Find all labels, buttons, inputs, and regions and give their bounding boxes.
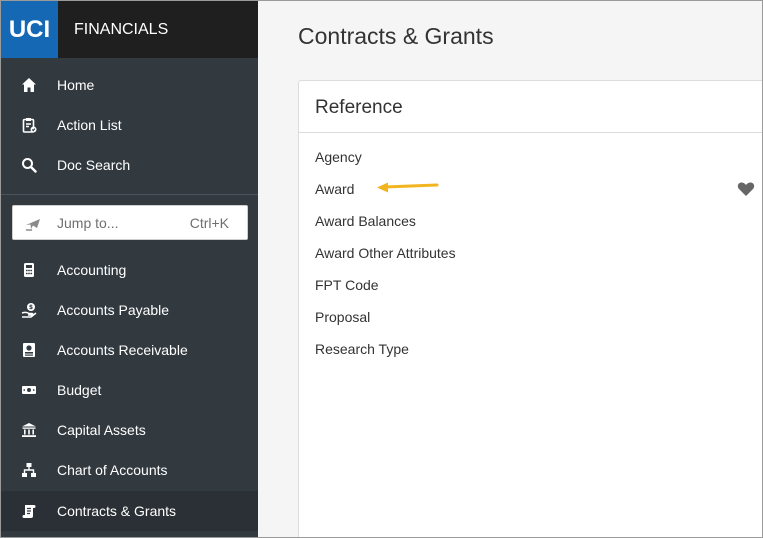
reference-link-award-balances[interactable]: Award Balances xyxy=(315,213,416,229)
app-name: FINANCIALS xyxy=(74,21,169,38)
nav-chart-of-accounts[interactable]: Chart of Accounts xyxy=(1,450,258,490)
nav-action-list[interactable]: Action List xyxy=(1,105,258,145)
brand-bar: UCI FINANCIALS xyxy=(1,1,258,58)
app-window: UCI FINANCIALS Home Action List Doc Sear… xyxy=(0,0,763,538)
jump-to-placeholder: Jump to... xyxy=(57,215,119,231)
sidebar-divider xyxy=(1,194,258,195)
page-title: Contracts & Grants xyxy=(298,23,494,49)
org-chart-icon xyxy=(21,462,37,478)
nav-contracts-grants-label: Contracts & Grants xyxy=(57,503,177,519)
jump-to-shortcut: Ctrl+K xyxy=(189,215,229,231)
main-content: Contracts & Grants Reference Agency Awar… xyxy=(258,1,762,537)
bank-icon xyxy=(21,422,37,438)
reference-link-award-other-attributes[interactable]: Award Other Attributes xyxy=(315,245,456,261)
sidebar: UCI FINANCIALS Home Action List Doc Sear… xyxy=(1,1,258,537)
svg-text:$: $ xyxy=(29,304,33,311)
reference-link-proposal[interactable]: Proposal xyxy=(315,309,370,325)
nav-chart-of-accounts-label: Chart of Accounts xyxy=(57,462,168,478)
nav-budget[interactable]: Budget xyxy=(1,370,258,410)
reference-link-fpt-code[interactable]: FPT Code xyxy=(315,277,379,293)
nav-accounts-receivable[interactable]: Accounts Receivable xyxy=(1,330,258,370)
nav-budget-label: Budget xyxy=(57,382,102,398)
nav-accounts-receivable-label: Accounts Receivable xyxy=(57,342,188,358)
reference-card: Reference Agency Award Award Balances Aw… xyxy=(298,80,762,537)
nav-capital-assets-label: Capital Assets xyxy=(57,422,146,438)
nav-contracts-grants[interactable]: Contracts & Grants xyxy=(1,491,258,531)
search-icon xyxy=(21,157,37,173)
nav-home-label: Home xyxy=(57,77,95,93)
favorite-heart-icon[interactable] xyxy=(737,181,755,197)
nav-doc-search-label: Doc Search xyxy=(57,157,131,173)
reference-link-agency[interactable]: Agency xyxy=(315,149,362,165)
reference-link-award[interactable]: Award xyxy=(315,181,354,197)
jump-to-input[interactable]: Jump to... Ctrl+K xyxy=(12,205,248,240)
hand-coin-icon: $ xyxy=(21,302,37,318)
nav-action-list-label: Action List xyxy=(57,117,122,133)
uci-logo[interactable]: UCI xyxy=(1,1,58,58)
scroll-icon xyxy=(21,503,37,519)
nav-accounting[interactable]: Accounting xyxy=(1,250,258,290)
home-icon xyxy=(21,77,37,93)
plane-icon xyxy=(25,216,41,232)
nav-doc-search[interactable]: Doc Search xyxy=(1,145,258,185)
nav-capital-assets[interactable]: Capital Assets xyxy=(1,410,258,450)
calculator-icon xyxy=(21,262,37,278)
annotation-arrow-award xyxy=(377,182,439,193)
nav-home[interactable]: Home xyxy=(1,65,258,105)
nav-accounts-payable-label: Accounts Payable xyxy=(57,302,170,318)
nav-accounts-payable[interactable]: $ Accounts Payable xyxy=(1,290,258,330)
invoice-icon xyxy=(21,342,37,358)
money-icon xyxy=(21,382,37,398)
nav-accounting-label: Accounting xyxy=(57,262,127,278)
reference-card-title: Reference xyxy=(315,97,403,118)
reference-link-research-type[interactable]: Research Type xyxy=(315,341,409,357)
clipboard-icon xyxy=(21,117,37,133)
reference-card-header: Reference xyxy=(299,81,762,133)
